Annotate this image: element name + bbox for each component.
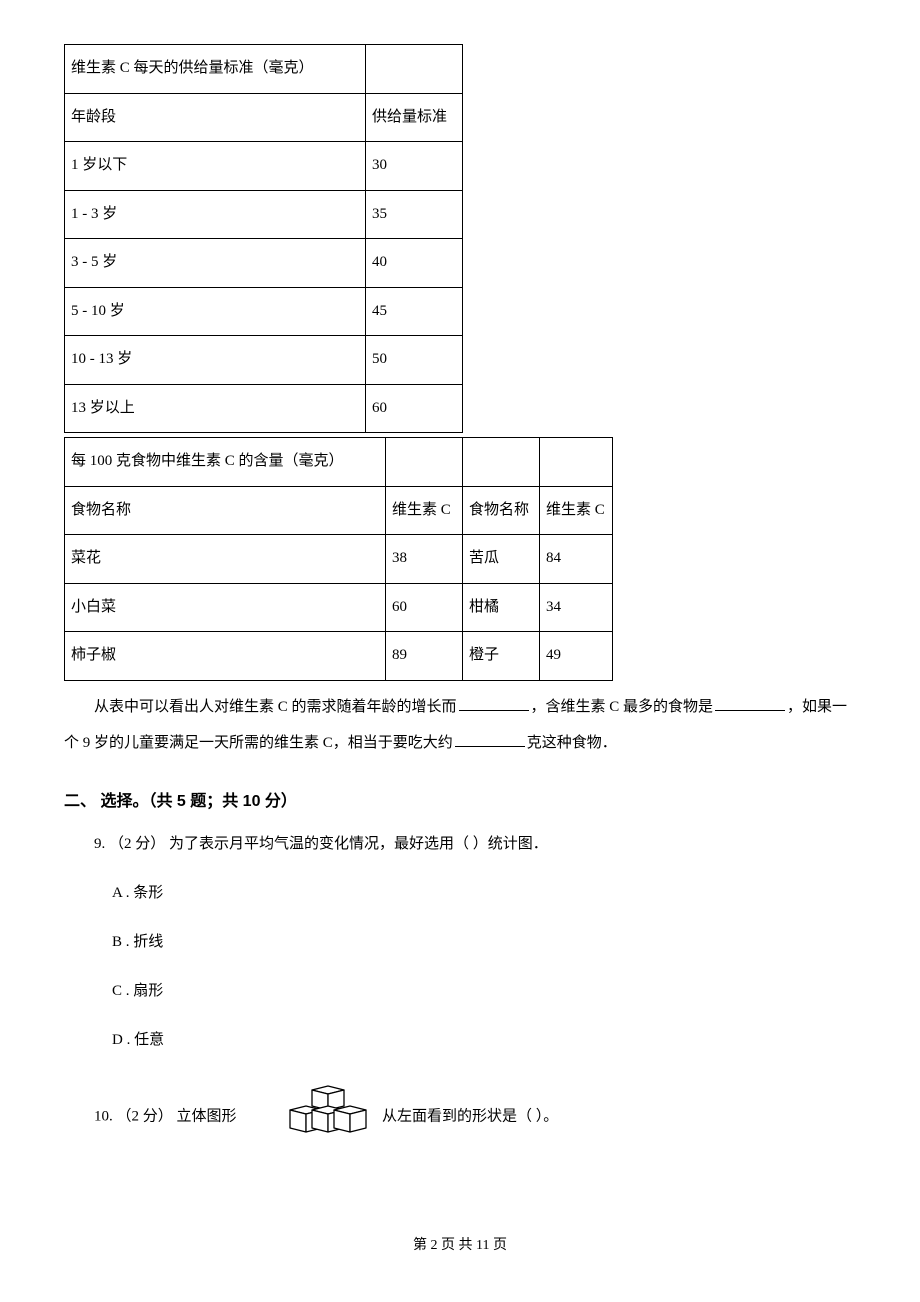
table-row: 食物名称 维生素 C 食物名称 维生素 C <box>65 486 613 535</box>
table-row: 1 岁以下 30 <box>65 142 463 191</box>
analysis-paragraph: 从表中可以看出人对维生素 C 的需求随着年龄的增长而，含维生素 C 最多的食物是… <box>64 689 856 761</box>
table-row: 5 - 10 岁 45 <box>65 287 463 336</box>
table-row: 3 - 5 岁 40 <box>65 239 463 288</box>
table2-header-vc2: 维生素 C <box>540 486 613 535</box>
table-row: 年龄段 供给量标准 <box>65 93 463 142</box>
choice-A: A . 条形 <box>112 880 856 907</box>
question-9-stem: 9. （2 分） 为了表示月平均气温的变化情况，最好选用（ ）统计图． <box>64 831 856 858</box>
choice-B: B . 折线 <box>112 929 856 956</box>
table1-header-age: 年龄段 <box>65 93 366 142</box>
table1-title: 维生素 C 每天的供给量标准（毫克） <box>65 45 366 94</box>
table-row: 菜花 38 苦瓜 84 <box>65 535 613 584</box>
table2-title: 每 100 克食物中维生素 C 的含量（毫克） <box>65 438 386 487</box>
section-2-heading: 二、 选择。（共 5 题；共 10 分） <box>64 787 856 811</box>
vitamin-c-supply-table: 维生素 C 每天的供给量标准（毫克） 年龄段 供给量标准 1 岁以下 30 1 … <box>64 44 463 433</box>
fill-blank <box>715 695 785 711</box>
table2-header-food1: 食物名称 <box>65 486 386 535</box>
choice-C: C . 扇形 <box>112 978 856 1005</box>
vitamin-c-food-table: 每 100 克食物中维生素 C 的含量（毫克） 食物名称 维生素 C 食物名称 … <box>64 437 613 681</box>
table2-header-food2: 食物名称 <box>463 486 540 535</box>
page-footer: 第 2 页 共 11 页 <box>64 1234 856 1254</box>
table-row: 1 - 3 岁 35 <box>65 190 463 239</box>
table-row: 10 - 13 岁 50 <box>65 336 463 385</box>
table2-header-vc1: 维生素 C <box>386 486 463 535</box>
fill-blank <box>455 731 525 747</box>
question-10-stem: 10. （2 分） 立体图形 <box>64 1084 856 1150</box>
table1-header-amount: 供给量标准 <box>366 93 463 142</box>
fill-blank <box>459 695 529 711</box>
table-row: 维生素 C 每天的供给量标准（毫克） <box>65 45 463 94</box>
table-row: 每 100 克食物中维生素 C 的含量（毫克） <box>65 438 613 487</box>
question-9-choices: A . 条形 B . 折线 C . 扇形 D . 任意 <box>112 880 856 1054</box>
table-row: 小白菜 60 柑橘 34 <box>65 583 613 632</box>
table-row: 柿子椒 89 橙子 49 <box>65 632 613 681</box>
table-row: 13 岁以上 60 <box>65 384 463 433</box>
choice-D: D . 任意 <box>112 1027 856 1054</box>
cubes-figure-icon <box>242 1084 376 1150</box>
